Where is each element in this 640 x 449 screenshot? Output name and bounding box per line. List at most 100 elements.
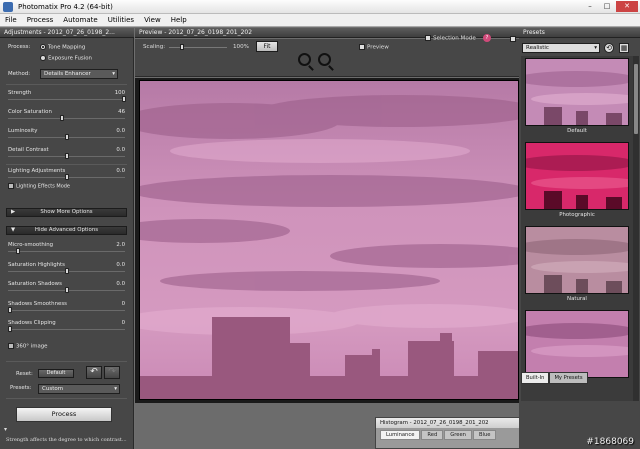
help-icon[interactable]: ? <box>483 34 491 42</box>
show-more-label: Show More Options <box>40 209 93 215</box>
lighting-effects-checkbox[interactable]: Lighting Effects Mode <box>8 183 70 190</box>
process-label: Process: <box>8 44 31 50</box>
triangle-down-icon[interactable]: ▾ <box>4 426 7 433</box>
method-value: Details Enhancer <box>44 71 91 77</box>
chevron-down-icon: ▾ <box>112 71 115 77</box>
panel-toggle-icon[interactable] <box>510 36 516 42</box>
title-bar: Photomatix Pro 4.2 (64-bit) – □ ✕ <box>0 0 640 14</box>
scaling-slider-knob[interactable] <box>180 44 184 50</box>
slider-track[interactable] <box>8 118 125 119</box>
preset-natural[interactable]: Natural <box>525 226 629 302</box>
tab-luminance[interactable]: Luminance <box>380 430 421 440</box>
presets-panel: Presets Realistic ▾ ⟲ ▦ Default Photograp… <box>519 28 640 449</box>
tab-blue[interactable]: Blue <box>472 430 497 440</box>
slider-label: Shadows Clipping <box>8 320 56 326</box>
slider-label: Lighting Adjustments <box>8 168 66 174</box>
process-button[interactable]: Process <box>16 407 112 422</box>
slider-value: 0.0 <box>116 128 125 134</box>
exposure-fusion-label: Exposure Fusion <box>48 55 92 62</box>
zoom-out-icon[interactable] <box>318 53 331 66</box>
slider-label: Detail Contrast <box>8 147 49 153</box>
adjustments-panel: Adjustments - 2012_07_26_0198_2... Proce… <box>0 28 134 449</box>
scaling-value: 100% <box>233 44 249 50</box>
preview-toolbar: Scaling: 100% Fit Preview Selection Mode… <box>135 34 519 77</box>
minimize-button[interactable]: – <box>582 1 598 12</box>
slider-value: 46 <box>118 109 125 115</box>
window-title: Photomatix Pro 4.2 (64-bit) <box>18 3 113 11</box>
preview-image-area <box>135 78 519 403</box>
slider-label: Color Saturation <box>8 109 52 115</box>
presets-category-dropdown[interactable]: Realistic ▾ <box>522 43 600 53</box>
image-360-label: 360° image <box>16 343 48 350</box>
exposure-fusion-radio[interactable]: Exposure Fusion <box>40 55 92 62</box>
fit-button[interactable]: Fit <box>256 41 278 52</box>
hide-advanced-options-button[interactable]: ▼ Hide Advanced Options <box>6 226 127 235</box>
slider-knob[interactable] <box>16 248 20 254</box>
show-more-options-button[interactable]: ▶ Show More Options <box>6 208 127 217</box>
tab-built-in[interactable]: Built-In <box>521 372 550 384</box>
slider-track[interactable] <box>8 99 125 100</box>
refresh-icon[interactable]: ⟲ <box>604 43 614 53</box>
preview-image[interactable] <box>139 80 519 400</box>
close-button[interactable]: ✕ <box>616 1 638 12</box>
menu-utilities[interactable]: Utilities <box>108 14 134 26</box>
presets-category-value: Realistic <box>526 45 549 51</box>
reset-label: Reset: <box>16 371 33 377</box>
slider-knob[interactable] <box>8 306 12 313</box>
divider <box>6 398 127 399</box>
slider-label: Strength <box>8 90 32 96</box>
preset-default[interactable]: Default <box>525 58 629 134</box>
slider-knob[interactable] <box>65 174 69 180</box>
maximize-button[interactable]: □ <box>599 1 615 12</box>
default-button[interactable]: Default <box>38 369 74 378</box>
presets-label: Presets: <box>10 385 32 391</box>
tab-red[interactable]: Red <box>421 430 444 440</box>
scaling-label: Scaling: <box>143 44 166 50</box>
presets-dropdown[interactable]: Custom ▾ <box>38 384 120 394</box>
histogram-header: Histogram - 2012_07_26_0198_201_202 <box>376 418 522 428</box>
slider-knob[interactable] <box>65 267 69 274</box>
preview-panel: Preview - 2012_07_26_0198_201_202 Scalin… <box>135 28 519 449</box>
menu-file[interactable]: File <box>5 14 17 26</box>
slider-knob[interactable] <box>65 287 69 293</box>
selection-mode-checkbox[interactable]: Selection Mode <box>425 35 476 42</box>
hide-advanced-label: Hide Advanced Options <box>34 227 99 233</box>
scaling-slider-track[interactable] <box>169 47 227 48</box>
slider-value: 2.0 <box>116 242 125 248</box>
undo-icon[interactable]: ↶ <box>86 366 102 379</box>
menu-process[interactable]: Process <box>27 14 54 26</box>
menu-help[interactable]: Help <box>171 14 187 26</box>
slider-track[interactable] <box>8 329 125 330</box>
preset-fourth[interactable] <box>525 310 629 378</box>
menu-view[interactable]: View <box>144 14 161 26</box>
presets-list: Default Photographic Natural <box>521 56 633 401</box>
zoom-in-icon[interactable] <box>298 53 311 66</box>
slider-knob[interactable] <box>60 115 64 121</box>
slider-knob[interactable] <box>8 326 12 332</box>
image-360-checkbox[interactable]: 360° image <box>8 343 48 350</box>
slider-knob[interactable] <box>65 153 69 159</box>
slider-track[interactable] <box>8 251 125 252</box>
preset-thumbnail <box>525 142 629 210</box>
slider-knob[interactable] <box>65 134 69 140</box>
menu-automate[interactable]: Automate <box>63 14 97 26</box>
preset-photographic[interactable]: Photographic <box>525 142 629 218</box>
slider-knob[interactable] <box>122 96 126 102</box>
watermark-text: #1868069 <box>586 437 634 447</box>
tab-my-presets[interactable]: My Presets <box>549 372 588 384</box>
tone-mapping-radio[interactable]: Tone Mapping <box>40 44 85 51</box>
slider-track[interactable] <box>8 309 125 311</box>
presets-scrollbar[interactable] <box>633 56 639 401</box>
redo-icon[interactable]: ↷ <box>104 366 120 379</box>
preview-checkbox[interactable]: Preview <box>359 44 389 51</box>
slider-label: Saturation Shadows <box>8 281 62 287</box>
scrollbar-thumb[interactable] <box>634 64 638 134</box>
presets-tabs: Built-In My Presets <box>521 372 588 384</box>
menu-bar: File Process Automate Utilities View Hel… <box>0 14 640 27</box>
slider-value: 0.0 <box>116 261 125 268</box>
tab-green[interactable]: Green <box>444 430 472 440</box>
method-dropdown[interactable]: Details Enhancer ▾ <box>40 69 118 79</box>
preset-default-label: Default <box>567 128 587 134</box>
grid-view-icon[interactable]: ▦ <box>619 43 629 53</box>
divider <box>6 84 127 85</box>
